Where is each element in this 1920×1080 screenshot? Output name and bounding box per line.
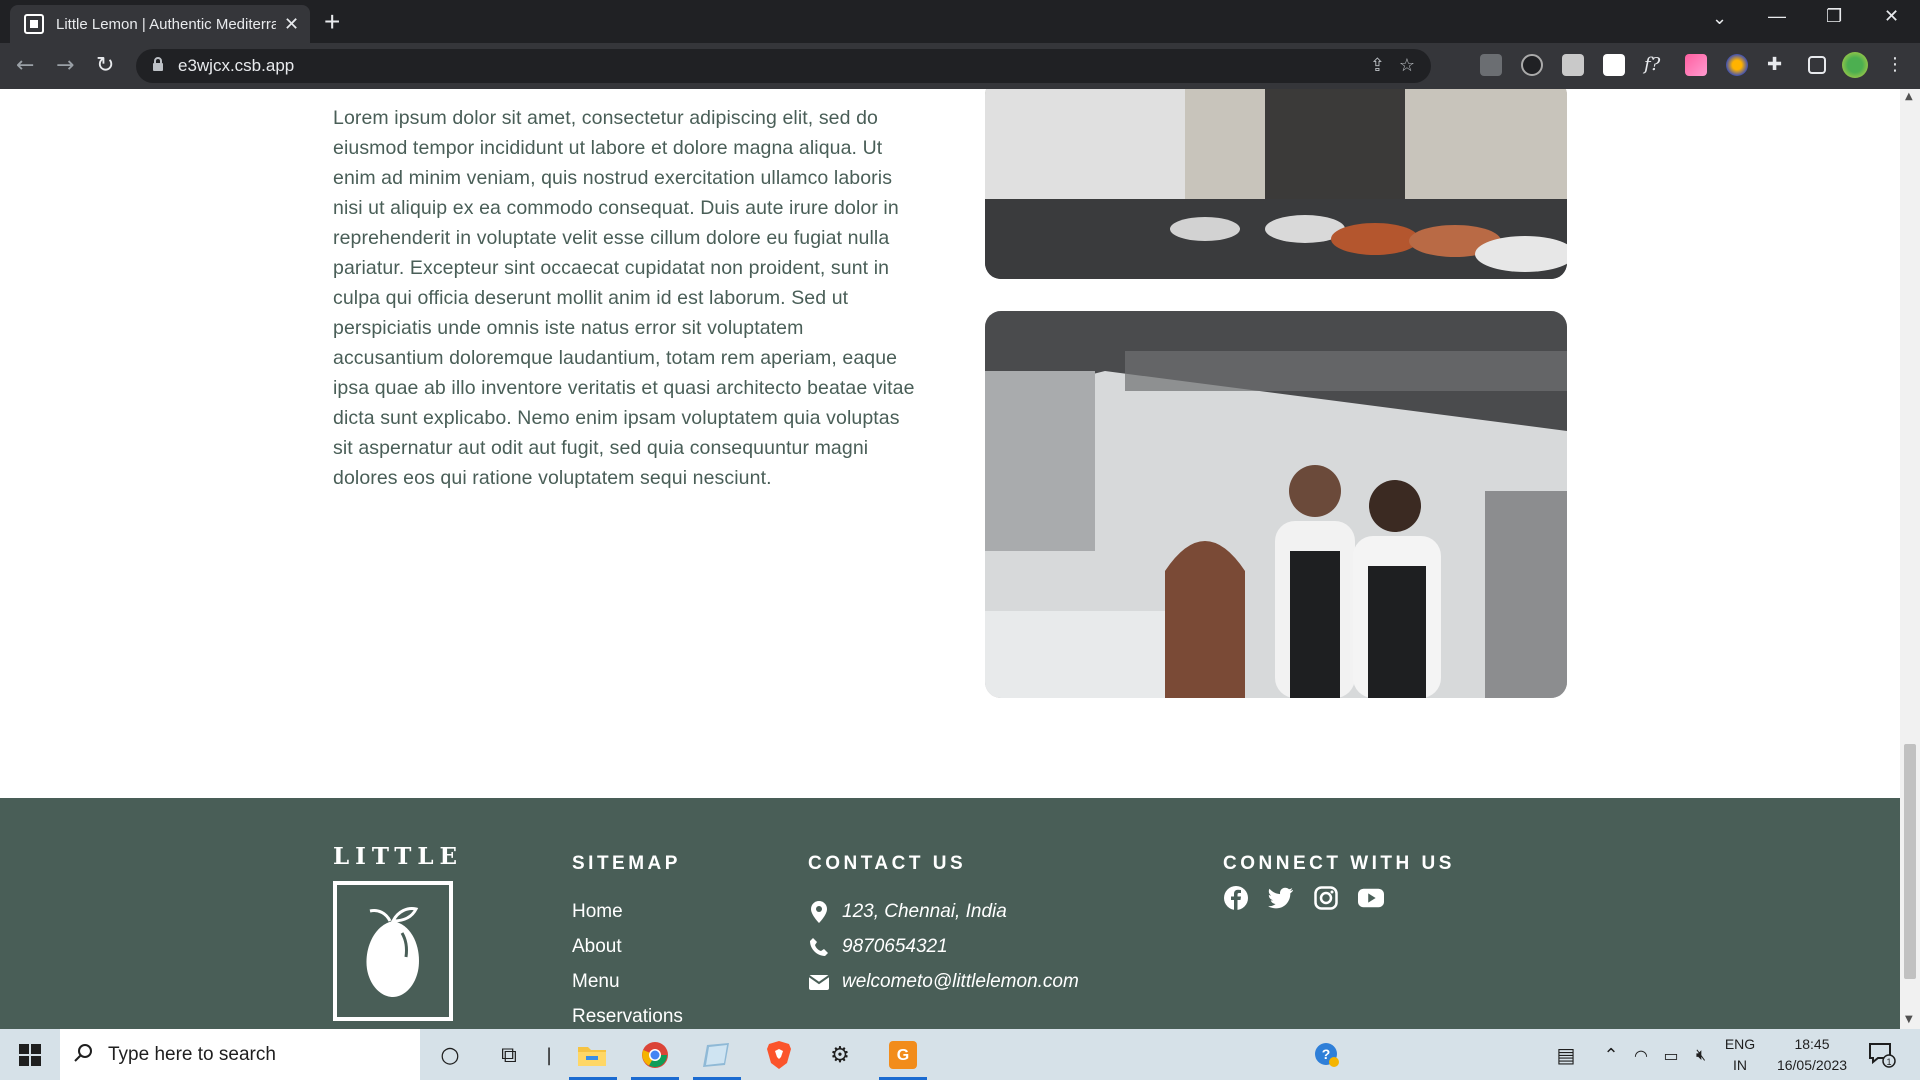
extension-icon[interactable] (1603, 54, 1625, 76)
contact-address: 123, Chennai, India (808, 901, 1007, 923)
search-placeholder: Type here to search (108, 1043, 276, 1065)
social-links (1223, 885, 1384, 911)
youtube-icon[interactable] (1358, 885, 1384, 911)
formula-extension-icon[interactable]: f? (1644, 54, 1666, 76)
puzzle-extensions-icon[interactable]: ✚ (1767, 54, 1789, 76)
tab-title: Little Lemon | Authentic Mediterranean (56, 15, 276, 33)
scroll-down-icon[interactable]: ▼ (1905, 1014, 1913, 1025)
side-panel-icon[interactable] (1808, 56, 1826, 74)
kitchen-photo-top (985, 89, 1567, 279)
pdf-app-icon[interactable]: G (889, 1041, 917, 1069)
profile-avatar[interactable] (1842, 52, 1868, 78)
contact-phone-text: 9870654321 (842, 936, 948, 957)
clock-date: 16/05/2023 (1776, 1057, 1848, 1073)
cortana-icon[interactable]: ○ (436, 1041, 464, 1069)
chefs-photo (985, 311, 1567, 698)
screen: Little Lemon | Authentic Mediterranean ✕… (0, 0, 1920, 1080)
chrome-icon[interactable] (641, 1041, 669, 1069)
contact-heading: CONTACT US (808, 853, 967, 874)
brave-browser-icon[interactable] (765, 1041, 793, 1069)
footer-link-about[interactable]: About (572, 936, 622, 958)
clock[interactable]: 18:45 16/05/2023 (1762, 1034, 1862, 1076)
extension-icon[interactable] (1480, 54, 1502, 76)
settings-gear-icon[interactable]: ⚙ (826, 1041, 854, 1069)
about-paragraph: Lorem ipsum dolor sit amet, consectetur … (333, 107, 915, 489)
share-icon[interactable]: ⇪ (1370, 55, 1385, 76)
extension-icon[interactable] (1521, 54, 1543, 76)
battery-icon[interactable]: ▭ (1657, 1041, 1685, 1069)
network-icon[interactable]: ◠ (1627, 1041, 1655, 1069)
address-bar[interactable]: e3wjcx.csb.app ⇪ ☆ (136, 49, 1431, 83)
svg-text:?: ? (1322, 1046, 1331, 1062)
extension-icon[interactable] (1726, 54, 1748, 76)
browser-toolbar: ← → ↻ e3wjcx.csb.app ⇪ ☆ (0, 43, 1920, 89)
browser-tab-bar: Little Lemon | Authentic Mediterranean ✕… (0, 0, 1920, 43)
extension-icon[interactable] (1685, 54, 1707, 76)
contact-address-text: 123, Chennai, India (842, 901, 1007, 922)
phone-icon (808, 937, 830, 957)
scroll-up-icon[interactable]: ▲ (1905, 91, 1913, 102)
region-code: IN (1733, 1057, 1747, 1073)
instagram-icon[interactable] (1313, 885, 1339, 911)
close-window-button[interactable]: ✕ (1884, 6, 1899, 27)
reload-icon[interactable]: ↻ (96, 53, 114, 78)
contact-phone[interactable]: 9870654321 (808, 936, 948, 958)
language-indicator[interactable]: ENG IN (1720, 1034, 1760, 1076)
taskbar-divider-icon: | (545, 1044, 553, 1066)
taskbar-search-box[interactable]: Type here to search (60, 1029, 420, 1080)
language-code: ENG (1724, 1036, 1756, 1052)
notes-app-icon[interactable] (703, 1041, 731, 1069)
tab-search-icon[interactable]: ⌄ (1712, 8, 1727, 29)
new-tab-button[interactable]: + (324, 6, 340, 38)
footer-link-reservations[interactable]: Reservations (572, 1006, 683, 1028)
menu-kebab-icon[interactable]: ⋮ (1886, 54, 1908, 76)
lock-icon (152, 57, 164, 75)
clock-time: 18:45 (1794, 1036, 1830, 1052)
contact-email[interactable]: welcometo@littlelemon.com (808, 971, 1079, 993)
file-explorer-icon[interactable] (578, 1041, 606, 1069)
keyboard-tray-icon[interactable]: ▤ (1552, 1041, 1580, 1069)
windows-start-icon[interactable] (19, 1044, 41, 1070)
browser-tab[interactable]: Little Lemon | Authentic Mediterranean ✕ (10, 5, 310, 43)
minimize-button[interactable]: — (1768, 6, 1786, 27)
volume-muted-icon[interactable]: 🔇︎ (1687, 1041, 1715, 1069)
site-favicon-icon (24, 14, 44, 34)
task-view-icon[interactable]: ⧉ (495, 1041, 523, 1069)
bookmark-star-icon[interactable]: ☆ (1399, 55, 1415, 76)
footer-logo-text: LITTLE (333, 843, 464, 870)
scroll-thumb[interactable] (1904, 744, 1916, 979)
connect-heading: CONNECT WITH US (1223, 853, 1455, 874)
svg-text:G: G (897, 1047, 909, 1064)
envelope-icon (808, 974, 830, 990)
restore-button[interactable]: ❐ (1826, 6, 1842, 27)
facebook-icon[interactable] (1223, 885, 1249, 911)
forward-icon[interactable]: → (56, 53, 74, 78)
windows-taskbar: Type here to search ○ ⧉ | ⚙ G ? ▤ ⌃ ◠ ▭ (0, 1029, 1920, 1080)
page-scrollbar[interactable]: ▲ ▼ (1900, 89, 1920, 1029)
show-hidden-icons-icon[interactable]: ⌃ (1597, 1041, 1625, 1069)
site-footer: LITTLE SITEMAP Home About Menu Reservati… (0, 798, 1900, 1029)
url-text: e3wjcx.csb.app (178, 56, 295, 75)
notification-count: 1 (1886, 1057, 1891, 1067)
search-icon (74, 1043, 94, 1067)
lemon-logo-icon[interactable] (333, 881, 453, 1021)
contact-email-text: welcometo@littlelemon.com (842, 971, 1079, 992)
twitter-icon[interactable] (1268, 885, 1294, 911)
extension-icon[interactable] (1562, 54, 1584, 76)
notification-center-icon[interactable]: 1 (1868, 1041, 1896, 1069)
page-viewport: Lorem ipsum dolor sit amet, consectetur … (0, 89, 1900, 1029)
footer-link-home[interactable]: Home (572, 901, 623, 923)
close-tab-icon[interactable]: ✕ (284, 14, 299, 35)
footer-link-menu[interactable]: Menu (572, 971, 620, 993)
back-icon[interactable]: ← (16, 53, 34, 78)
help-tray-icon[interactable]: ? (1313, 1041, 1341, 1069)
location-pin-icon (808, 901, 830, 923)
sitemap-heading: SITEMAP (572, 853, 681, 874)
